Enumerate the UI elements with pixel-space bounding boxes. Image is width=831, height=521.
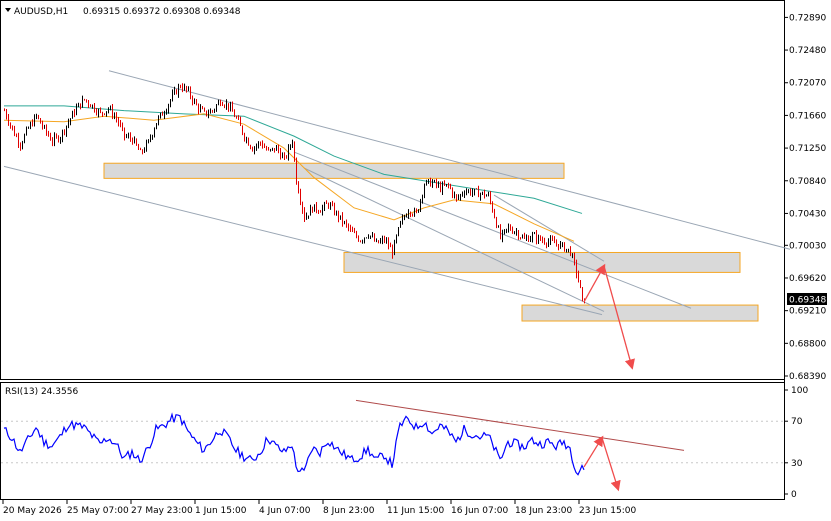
current-price-label: 0.69348 bbox=[789, 296, 826, 306]
time-tick-label: 8 Jun 23:00 bbox=[323, 506, 375, 516]
rsi-label: RSI(13) 24.3556 bbox=[5, 387, 78, 397]
price-tick-label: 0.71660 bbox=[789, 111, 826, 121]
rsi-tick-label: 0 bbox=[791, 490, 797, 500]
price-tick-label: 0.72070 bbox=[789, 79, 826, 89]
price-tick-label: 0.68390 bbox=[789, 372, 826, 382]
zone-2 bbox=[343, 251, 741, 273]
price-tick-label: 0.70430 bbox=[789, 209, 826, 219]
time-tick-label: 25 May 07:00 bbox=[67, 506, 129, 516]
time-tick-label: 20 May 2026 bbox=[3, 506, 62, 516]
time-tick-label: 23 Jun 15:00 bbox=[579, 506, 636, 516]
price-tick-label: 0.71250 bbox=[789, 144, 826, 154]
ohlc-label: 0.69315 0.69372 0.69308 0.69348 bbox=[83, 7, 241, 17]
price-tick-label: 0.70030 bbox=[789, 241, 826, 251]
zone-1 bbox=[103, 162, 565, 179]
zone-3 bbox=[521, 304, 759, 322]
price-tick-label: 0.72480 bbox=[789, 46, 826, 56]
time-tick-label: 16 Jun 07:00 bbox=[451, 506, 508, 516]
rsi-tick-label: 100 bbox=[791, 386, 808, 396]
price-tick-label: 0.68800 bbox=[789, 339, 826, 349]
symbol-label: AUDUSD,H1 bbox=[14, 7, 68, 17]
time-tick-label: 18 Jun 23:00 bbox=[515, 506, 572, 516]
time-tick-label: 11 Jun 15:00 bbox=[387, 506, 444, 516]
time-tick-label: 1 Jun 15:00 bbox=[195, 506, 247, 516]
chart-canvas[interactable]: 0.72890 0.72480 0.72070 0.71660 0.71250 0.708… bbox=[0, 0, 831, 521]
price-tick-label: 0.70840 bbox=[789, 177, 826, 187]
price-tick-label: 0.69210 bbox=[789, 307, 826, 317]
price-tick-label: 0.69620 bbox=[789, 274, 826, 284]
rsi-tick-label: 70 bbox=[791, 417, 803, 427]
rsi-tick-label: 30 bbox=[791, 459, 803, 469]
rsi-pane-frame bbox=[0, 382, 785, 500]
price-tick-label: 0.72890 bbox=[789, 13, 826, 23]
time-tick-label: 27 May 23:00 bbox=[131, 506, 193, 516]
time-tick-label: 4 Jun 07:00 bbox=[259, 506, 311, 516]
price-pane-frame bbox=[0, 0, 785, 380]
